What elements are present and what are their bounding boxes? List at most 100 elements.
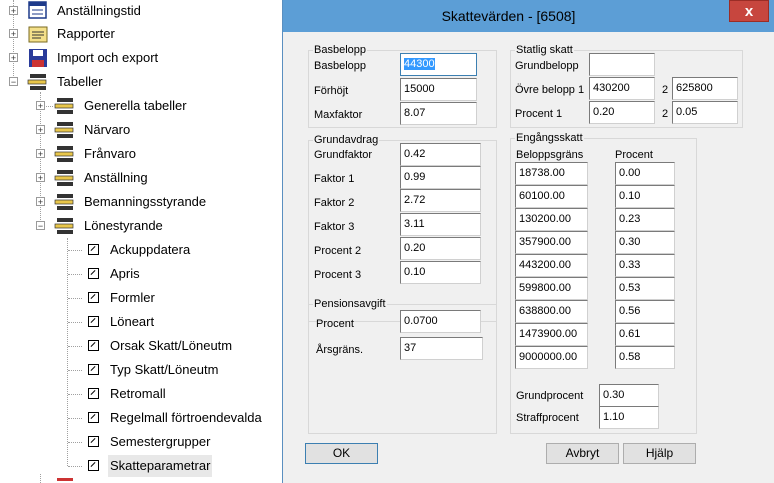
forhojt-label: Förhöjt bbox=[314, 85, 349, 97]
forhojt-field[interactable]: 15000 bbox=[400, 78, 477, 101]
shortcut-icon bbox=[88, 388, 99, 399]
ovre-belopp2-label: 2 bbox=[662, 84, 669, 96]
tree-connector bbox=[40, 474, 41, 483]
statlig-procent2-field[interactable]: 0.05 bbox=[672, 101, 738, 124]
expand-icon[interactable]: + bbox=[9, 53, 18, 63]
shortcut-icon bbox=[88, 364, 99, 375]
beloppsgrans-field[interactable]: 638800.00 bbox=[515, 300, 588, 323]
basbelopp-label: Basbelopp bbox=[314, 60, 366, 72]
ovre-belopp2-field[interactable]: 625800 bbox=[672, 77, 738, 100]
grundbelopp-field[interactable] bbox=[589, 53, 655, 76]
close-button[interactable]: x bbox=[729, 0, 769, 22]
tree-item-label: Retromall bbox=[110, 386, 166, 401]
pensionsavgift-group-label: Pensionsavgift bbox=[313, 298, 387, 310]
grundprocent-field[interactable]: 0.30 bbox=[599, 384, 659, 407]
procent-field[interactable]: 0.00 bbox=[615, 162, 675, 185]
expand-icon[interactable]: + bbox=[9, 6, 18, 16]
faktor3-field[interactable]: 3.11 bbox=[400, 213, 481, 236]
beloppsgrans-field[interactable]: 599800.00 bbox=[515, 277, 588, 300]
statlig-procent1-field[interactable]: 0.20 bbox=[589, 101, 655, 124]
shortcut-icon bbox=[88, 460, 99, 471]
beloppsgrans-field[interactable]: 9000000.00 bbox=[515, 346, 588, 369]
procent-field[interactable]: 0.33 bbox=[615, 254, 675, 277]
dialog-titlebar[interactable]: Skattevärden - [6508] x bbox=[283, 0, 774, 32]
arsgrans-label: Årsgräns. bbox=[316, 344, 364, 356]
help-button[interactable]: Hjälp bbox=[623, 443, 696, 464]
table-stack-icon bbox=[54, 146, 74, 162]
procent-field[interactable]: 0.30 bbox=[615, 231, 675, 254]
shortcut-icon bbox=[88, 436, 99, 447]
calendar-icon bbox=[28, 1, 47, 19]
tax-values-dialog: Skattevärden - [6508] x Basbelopp Basbel… bbox=[282, 0, 774, 483]
procent-field[interactable]: 0.56 bbox=[615, 300, 675, 323]
faktor2-field[interactable]: 2.72 bbox=[400, 189, 481, 212]
collapse-icon[interactable]: − bbox=[36, 221, 45, 231]
shortcut-icon bbox=[88, 292, 99, 303]
procent-field[interactable]: 0.23 bbox=[615, 208, 675, 231]
shortcut-icon bbox=[88, 268, 99, 279]
expand-icon[interactable]: + bbox=[36, 125, 45, 135]
tree-item-label: Import och export bbox=[57, 50, 159, 65]
expand-icon[interactable]: + bbox=[36, 197, 45, 207]
table-stack-icon bbox=[57, 478, 73, 481]
shortcut-icon bbox=[88, 316, 99, 327]
table-stack-icon bbox=[54, 218, 74, 234]
tree-item-label: Löneart bbox=[110, 314, 155, 329]
procent2-field[interactable]: 0.20 bbox=[400, 237, 481, 260]
basbelopp-field[interactable]: 44300 bbox=[400, 53, 477, 76]
beloppsgrans-field[interactable]: 60100.00 bbox=[515, 185, 588, 208]
beloppsgrans-field[interactable]: 130200.00 bbox=[515, 208, 588, 231]
navigation-tree: + Anställningstid + Rapporter + Import o… bbox=[0, 0, 282, 483]
maxfaktor-field[interactable]: 8.07 bbox=[400, 102, 477, 125]
tree-item-label: Bemanningsstyrande bbox=[84, 194, 207, 209]
arsgrans-field[interactable]: 37 bbox=[400, 337, 483, 360]
tree-item-label: Apris bbox=[110, 266, 140, 281]
expand-icon[interactable]: + bbox=[36, 173, 45, 183]
tree-item-label: Regelmall förtroendevalda bbox=[110, 410, 262, 425]
tree-item-label: Anställningstid bbox=[57, 3, 141, 18]
beloppsgrans-field[interactable]: 18738.00 bbox=[515, 162, 588, 185]
tree-item-label: Formler bbox=[110, 290, 155, 305]
expand-icon[interactable]: + bbox=[9, 29, 18, 39]
faktor1-field[interactable]: 0.99 bbox=[400, 166, 481, 189]
procent3-field[interactable]: 0.10 bbox=[400, 261, 481, 284]
statlig-procent2-label: 2 bbox=[662, 108, 669, 120]
expand-icon[interactable]: + bbox=[36, 149, 45, 159]
procent-field[interactable]: 0.58 bbox=[615, 346, 675, 369]
basbelopp-value: 44300 bbox=[404, 58, 435, 70]
statlig-skatt-group-label: Statlig skatt bbox=[515, 44, 574, 56]
tree-item-label: Semestergrupper bbox=[110, 434, 211, 449]
table-stack-icon bbox=[27, 74, 47, 90]
beloppsgrans-field[interactable]: 443200.00 bbox=[515, 254, 588, 277]
beloppsgrans-header: Beloppsgräns bbox=[516, 149, 584, 161]
shortcut-icon bbox=[88, 412, 99, 423]
ovre-belopp-label: Övre belopp 1 bbox=[515, 84, 585, 96]
faktor3-label: Faktor 3 bbox=[314, 221, 355, 233]
floppy-disk-icon bbox=[29, 49, 47, 67]
grundprocent-label: Grundprocent bbox=[516, 390, 584, 402]
procent-field[interactable]: 0.10 bbox=[615, 185, 675, 208]
beloppsgrans-field[interactable]: 357900.00 bbox=[515, 231, 588, 254]
engangsskatt-group-label: Engångsskatt bbox=[515, 132, 584, 144]
grundbelopp-label: Grundbelopp bbox=[515, 60, 579, 72]
table-stack-icon bbox=[54, 194, 74, 210]
cancel-button[interactable]: Avbryt bbox=[546, 443, 619, 464]
ok-button[interactable]: OK bbox=[305, 443, 378, 464]
procent-header: Procent bbox=[615, 149, 653, 161]
pension-procent-field[interactable]: 0.0700 bbox=[400, 310, 481, 333]
tree-connector bbox=[67, 238, 68, 466]
table-stack-icon bbox=[54, 170, 74, 186]
ovre-belopp1-field[interactable]: 430200 bbox=[589, 77, 655, 100]
maxfaktor-label: Maxfaktor bbox=[314, 109, 363, 121]
collapse-icon[interactable]: − bbox=[9, 77, 18, 87]
tree-item-label: Rapporter bbox=[57, 26, 115, 41]
grundfaktor-field[interactable]: 0.42 bbox=[400, 143, 481, 166]
procent-field[interactable]: 0.61 bbox=[615, 323, 675, 346]
beloppsgrans-field[interactable]: 1473900.00 bbox=[515, 323, 588, 346]
table-stack-icon bbox=[54, 122, 74, 138]
faktor1-label: Faktor 1 bbox=[314, 173, 355, 185]
procent-field[interactable]: 0.53 bbox=[615, 277, 675, 300]
dialog-title: Skattevärden - [6508] bbox=[441, 8, 576, 24]
straffprocent-field[interactable]: 1.10 bbox=[599, 406, 659, 429]
expand-icon[interactable]: + bbox=[36, 101, 45, 111]
